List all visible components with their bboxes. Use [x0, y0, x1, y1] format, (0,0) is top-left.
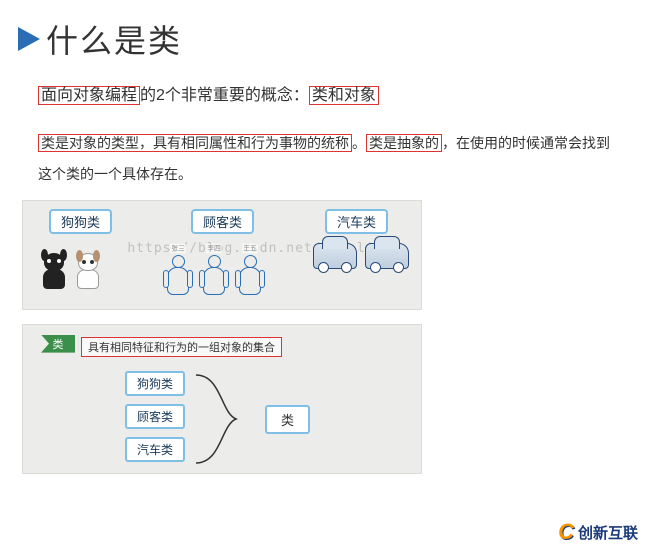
- highlight-definition: 类是对象的类型，具有相同属性和行为事物的统称: [38, 134, 352, 152]
- intro-paragraph-2: 类是对象的类型，具有相同属性和行为事物的统称。类是抽象的，在使用的时候通常会找到…: [0, 128, 648, 190]
- customer-figures: 张三 李四 王五: [163, 243, 265, 299]
- highlight-oop: 面向对象编程: [38, 86, 140, 105]
- intro-paragraph-1: 面向对象编程的2个非常重要的概念：类和对象: [0, 80, 648, 112]
- tag-car-class: 汽车类: [325, 209, 388, 234]
- dog-icon: [39, 243, 69, 289]
- illustration-panel-categories: 狗狗类 顾客类 汽车类 https://blog.csdn.net/loveli…: [22, 200, 422, 310]
- tag-customer-class: 顾客类: [125, 404, 185, 429]
- dog-icon: [73, 243, 103, 289]
- class-flag-label: 类: [41, 335, 75, 353]
- triangle-bullet-icon: [18, 27, 40, 51]
- person-label: 张三: [170, 243, 185, 252]
- highlight-class-object: 类和对象: [309, 86, 379, 105]
- person-icon: 王五: [235, 243, 265, 299]
- footer-logo: C 创新互联: [558, 519, 638, 545]
- person-icon: 张三: [163, 243, 193, 299]
- car-figures: [313, 243, 409, 269]
- page-title: 什么是类: [46, 16, 182, 62]
- tag-dog-class: 狗狗类: [49, 209, 112, 234]
- person-icon: 李四: [199, 243, 229, 299]
- logo-c-icon: C: [558, 519, 574, 545]
- heading-row: 什么是类: [0, 0, 648, 74]
- illustration-panel-class-hierarchy: 类 具有相同特征和行为的一组对象的集合 狗狗类 顾客类 汽车类 类: [22, 324, 422, 474]
- logo-text: 创新互联: [578, 522, 638, 543]
- highlight-abstract: 类是抽象的: [366, 134, 442, 152]
- text-seg: 。: [352, 135, 366, 151]
- tag-car-class: 汽车类: [125, 437, 185, 462]
- category-column: 狗狗类 顾客类 汽车类: [125, 371, 185, 462]
- person-label: 李四: [206, 243, 221, 252]
- dog-figures: [39, 243, 103, 289]
- car-icon: [313, 243, 357, 269]
- curly-brace-icon: [191, 373, 261, 465]
- tag-customer-class: 顾客类: [191, 209, 254, 234]
- person-label: 王五: [242, 243, 257, 252]
- car-icon: [365, 243, 409, 269]
- class-result-box: 类: [265, 405, 310, 434]
- text-seg: 的2个非常重要的概念：: [140, 87, 309, 104]
- tag-dog-class: 狗狗类: [125, 371, 185, 396]
- class-description-box: 具有相同特征和行为的一组对象的集合: [81, 337, 282, 357]
